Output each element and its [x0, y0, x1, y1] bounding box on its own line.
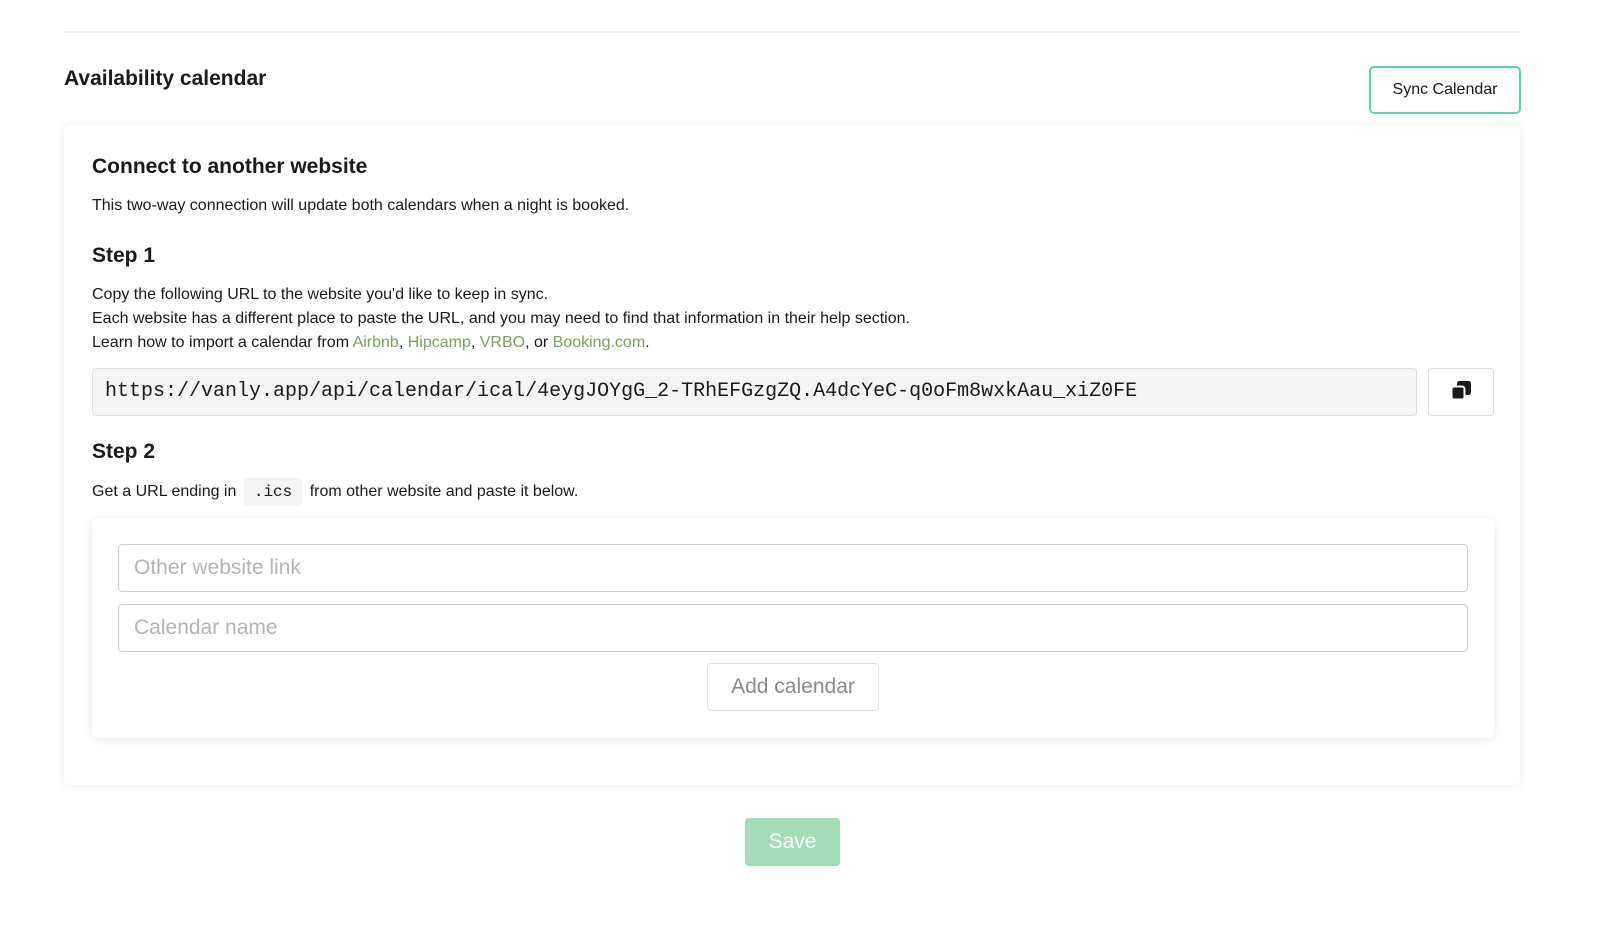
- vrbo-link[interactable]: VRBO: [480, 334, 525, 351]
- step2-text-prefix: Get a URL ending in: [92, 483, 237, 500]
- connect-description: This two-way connection will update both…: [92, 197, 630, 214]
- step1-instruction-3: Learn how to import a calendar from Airb…: [92, 331, 650, 355]
- link-separator: , or: [525, 334, 553, 351]
- save-button[interactable]: Save: [745, 818, 840, 866]
- step1-instruction-1: Copy the following URL to the website yo…: [92, 286, 549, 303]
- add-calendar-form: Add calendar: [92, 518, 1494, 738]
- calendar-name-input[interactable]: [118, 604, 1468, 652]
- step2-text-suffix: from other website and paste it below.: [309, 483, 579, 500]
- copy-url-button[interactable]: [1428, 368, 1494, 416]
- step2-instruction: Get a URL ending in .ics from other webs…: [92, 478, 578, 506]
- copy-icon: [1450, 380, 1472, 405]
- link-separator: ,: [470, 334, 480, 351]
- link-separator: ,: [398, 334, 408, 351]
- calendar-connect-card: Connect to another website This two-way …: [64, 125, 1520, 785]
- other-website-link-input[interactable]: [118, 544, 1468, 592]
- step1-instruction-2: Each website has a different place to pa…: [92, 310, 910, 327]
- step2-title: Step 2: [92, 440, 156, 463]
- sync-calendar-button[interactable]: Sync Calendar: [1369, 66, 1521, 114]
- calendar-url-field[interactable]: https://vanly.app/api/calendar/ical/4eyg…: [92, 368, 1417, 416]
- hipcamp-link[interactable]: Hipcamp: [408, 334, 471, 351]
- top-divider: [64, 31, 1520, 33]
- airbnb-link[interactable]: Airbnb: [353, 334, 399, 351]
- import-help-prefix: Learn how to import a calendar from: [92, 334, 353, 351]
- ics-code-chip: .ics: [243, 478, 303, 506]
- page-title: Availability calendar: [64, 67, 267, 90]
- sentence-end: .: [645, 334, 650, 351]
- booking-link[interactable]: Booking.com: [553, 334, 646, 351]
- connect-title: Connect to another website: [92, 155, 368, 178]
- step1-title: Step 1: [92, 244, 156, 267]
- add-calendar-button[interactable]: Add calendar: [707, 663, 879, 711]
